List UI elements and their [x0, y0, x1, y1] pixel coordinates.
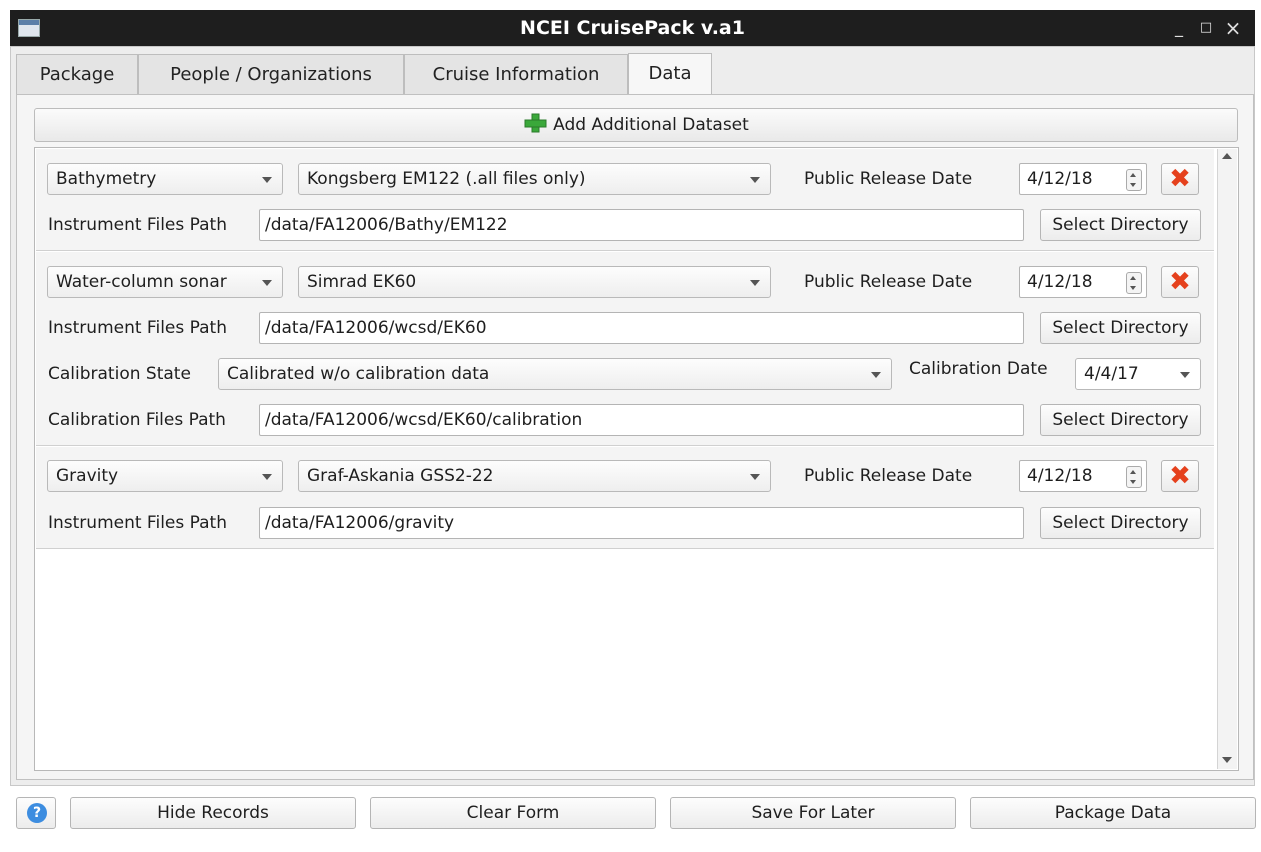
chevron-down-icon	[262, 474, 272, 480]
public-release-date-value: 4/12/18	[1027, 272, 1093, 292]
select-calibration-directory-button[interactable]: Select Directory	[1040, 404, 1201, 436]
instrument-select[interactable]: Kongsberg EM122 (.all files only)	[298, 163, 771, 195]
instrument-files-path-input[interactable]: /data/FA12006/Bathy/EM122	[259, 209, 1024, 241]
calibration-date-label: Calibration Date	[909, 359, 1048, 379]
chevron-down-icon	[262, 280, 272, 286]
red-x-icon: ✖	[1169, 267, 1191, 297]
calibration-date-select[interactable]: 4/4/17	[1075, 358, 1201, 390]
tab-people-organizations[interactable]: People / Organizations	[138, 54, 404, 94]
chevron-down-icon	[262, 177, 272, 183]
select-directory-button[interactable]: Select Directory	[1040, 312, 1201, 344]
title-bar: NCEI CruisePack v.a1 _ □ ×	[10, 10, 1255, 46]
dataset-type-select[interactable]: Water-column sonar	[47, 266, 283, 298]
calibration-files-path-input[interactable]: /data/FA12006/wcsd/EK60/calibration	[259, 404, 1024, 436]
instrument-files-path-input[interactable]: /data/FA12006/gravity	[259, 507, 1024, 539]
red-x-icon: ✖	[1169, 164, 1191, 194]
hide-records-button[interactable]: Hide Records	[70, 797, 356, 829]
public-release-date-value: 4/12/18	[1027, 169, 1093, 189]
clear-form-button[interactable]: Clear Form	[370, 797, 656, 829]
dataset-type-select[interactable]: Bathymetry	[47, 163, 283, 195]
close-icon[interactable]: ×	[1222, 10, 1244, 46]
delete-record-button[interactable]: ✖	[1161, 266, 1199, 298]
save-for-later-button[interactable]: Save For Later	[670, 797, 956, 829]
calibration-files-path-label: Calibration Files Path	[48, 410, 226, 430]
add-dataset-label: Add Additional Dataset	[553, 115, 749, 135]
instrument-files-path-label: Instrument Files Path	[48, 215, 227, 235]
public-release-date-value: 4/12/18	[1027, 466, 1093, 486]
instrument-value: Kongsberg EM122 (.all files only)	[307, 169, 586, 189]
instrument-select[interactable]: Simrad EK60	[298, 266, 771, 298]
calibration-state-value: Calibrated w/o calibration data	[227, 364, 490, 384]
calibration-state-label: Calibration State	[48, 364, 191, 384]
chevron-down-icon	[750, 474, 760, 480]
delete-record-button[interactable]: ✖	[1161, 460, 1199, 492]
window-title: NCEI CruisePack v.a1	[520, 17, 745, 39]
public-release-date-spinner[interactable]: 4/12/18	[1019, 163, 1147, 195]
red-x-icon: ✖	[1169, 461, 1191, 491]
dataset-type-value: Bathymetry	[56, 169, 157, 189]
tab-package[interactable]: Package	[16, 54, 138, 94]
delete-record-button[interactable]: ✖	[1161, 163, 1199, 195]
public-release-date-label: Public Release Date	[804, 466, 973, 486]
add-dataset-button[interactable]: Add Additional Dataset	[34, 108, 1238, 142]
chevron-down-icon	[871, 372, 881, 378]
chevron-down-icon	[750, 280, 760, 286]
help-button[interactable]: ?	[16, 797, 56, 829]
tab-data[interactable]: Data	[628, 53, 712, 95]
public-release-date-spinner[interactable]: 4/12/18	[1019, 266, 1147, 298]
spin-arrows-icon[interactable]	[1126, 272, 1142, 294]
spin-arrows-icon[interactable]	[1126, 169, 1142, 191]
instrument-files-path-label: Instrument Files Path	[48, 513, 227, 533]
chevron-down-icon	[750, 177, 760, 183]
calibration-date-value: 4/4/17	[1084, 364, 1139, 384]
calibration-state-select[interactable]: Calibrated w/o calibration data	[218, 358, 892, 390]
instrument-value: Graf-Askania GSS2-22	[307, 466, 494, 486]
select-directory-button[interactable]: Select Directory	[1040, 209, 1201, 241]
instrument-files-path-label: Instrument Files Path	[48, 318, 227, 338]
instrument-value: Simrad EK60	[307, 272, 417, 292]
chevron-down-icon	[1180, 372, 1190, 378]
green-plus-icon	[524, 113, 547, 133]
select-directory-button[interactable]: Select Directory	[1040, 507, 1201, 539]
maximize-icon[interactable]: □	[1195, 10, 1217, 46]
minimize-icon[interactable]: _	[1168, 10, 1190, 46]
tab-cruise-information[interactable]: Cruise Information	[404, 54, 628, 94]
package-data-button[interactable]: Package Data	[970, 797, 1256, 829]
dataset-type-value: Water-column sonar	[56, 272, 227, 292]
public-release-date-label: Public Release Date	[804, 272, 973, 292]
public-release-date-label: Public Release Date	[804, 169, 973, 189]
scroll-up-icon[interactable]	[1222, 153, 1232, 159]
spin-arrows-icon[interactable]	[1126, 466, 1142, 488]
scroll-down-icon[interactable]	[1222, 757, 1232, 763]
vertical-scrollbar[interactable]	[1217, 149, 1237, 769]
dataset-type-select[interactable]: Gravity	[47, 460, 283, 492]
instrument-files-path-input[interactable]: /data/FA12006/wcsd/EK60	[259, 312, 1024, 344]
instrument-select[interactable]: Graf-Askania GSS2-22	[298, 460, 771, 492]
public-release-date-spinner[interactable]: 4/12/18	[1019, 460, 1147, 492]
dataset-type-value: Gravity	[56, 466, 119, 486]
help-circle-icon: ?	[27, 803, 47, 823]
